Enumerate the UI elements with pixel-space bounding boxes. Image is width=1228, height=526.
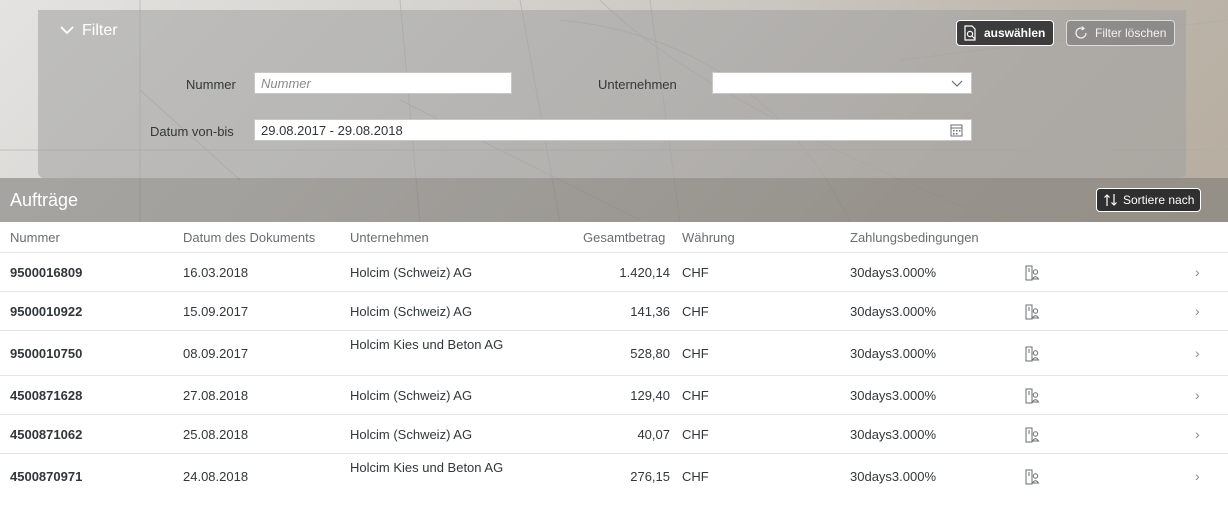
date-label: Datum von-bis: [150, 124, 234, 139]
row-zahlung: 30days3.000%: [850, 388, 937, 403]
col-waehrung[interactable]: Währung: [682, 230, 735, 245]
date-range-input[interactable]: 29.08.2017 - 29.08.2018: [254, 119, 972, 141]
row-betrag: 276,15: [630, 469, 670, 484]
chevron-right-icon[interactable]: ›: [1195, 426, 1200, 442]
row-nummer: 9500010922: [10, 304, 83, 319]
clear-filter-label: Filter löschen: [1095, 26, 1167, 40]
col-zahlung[interactable]: Zahlungsbedingungen: [850, 230, 979, 245]
chevron-right-icon[interactable]: ›: [1195, 345, 1200, 361]
document-person-icon[interactable]: [1024, 427, 1040, 443]
chevron-down-icon: [951, 76, 963, 93]
row-nummer: 9500010750: [10, 346, 83, 361]
row-unternehmen: Holcim (Schweiz) AG: [350, 265, 473, 280]
row-unternehmen: Holcim (Schweiz) AG: [350, 304, 473, 319]
row-datum: 16.03.2018: [183, 265, 249, 280]
refresh-icon: [1075, 26, 1087, 39]
document-person-icon[interactable]: [1024, 346, 1040, 362]
row-waehrung: CHF: [682, 265, 709, 280]
row-datum: 27.08.2018: [183, 388, 249, 403]
chevron-down-icon: [60, 24, 74, 38]
nummer-input[interactable]: Nummer: [254, 72, 512, 94]
document-person-icon[interactable]: [1024, 265, 1040, 281]
filter-title: Filter: [82, 22, 118, 39]
row-unternehmen: Holcim Kies und Beton AG: [350, 460, 504, 475]
document-person-icon[interactable]: [1024, 304, 1040, 320]
sort-icon: [1104, 194, 1117, 206]
table-row[interactable]: 4500871062 25.08.2018 Holcim (Schweiz) A…: [0, 415, 1228, 454]
row-zahlung: 30days3.000%: [850, 346, 937, 361]
chevron-right-icon[interactable]: ›: [1195, 264, 1200, 280]
row-zahlung: 30days3.000%: [850, 469, 937, 484]
calendar-icon[interactable]: [950, 123, 963, 140]
sort-button[interactable]: Sortiere nach: [1096, 188, 1202, 212]
row-unternehmen: Holcim Kies und Beton AG: [350, 337, 504, 352]
row-waehrung: CHF: [682, 427, 709, 442]
row-betrag: 1.420,14: [619, 265, 670, 280]
orders-table: Nummer Datum des Dokuments Unternehmen G…: [0, 222, 1228, 499]
row-betrag: 528,80: [630, 346, 670, 361]
filter-panel: Filter auswählen Filter löschen Nummer N…: [38, 10, 1186, 178]
row-waehrung: CHF: [682, 346, 709, 361]
table-row[interactable]: 4500871628 27.08.2018 Holcim (Schweiz) A…: [0, 376, 1228, 415]
row-unternehmen: Holcim (Schweiz) AG: [350, 388, 473, 403]
date-range-value: 29.08.2017 - 29.08.2018: [261, 123, 403, 138]
document-person-icon[interactable]: [1024, 388, 1040, 404]
row-zahlung: 30days3.000%: [850, 265, 937, 280]
table-row[interactable]: 4500870971 24.08.2018 Holcim Kies und Be…: [0, 454, 1228, 499]
row-betrag: 129,40: [630, 388, 670, 403]
orders-header: Aufträge Sortiere nach: [0, 178, 1228, 222]
unternehmen-label: Unternehmen: [598, 77, 677, 92]
row-datum: 25.08.2018: [183, 427, 249, 442]
nummer-label: Nummer: [186, 77, 236, 92]
select-button-label: auswählen: [984, 26, 1046, 40]
row-zahlung: 30days3.000%: [850, 304, 937, 319]
unternehmen-select[interactable]: [712, 72, 972, 94]
col-datum[interactable]: Datum des Dokuments: [183, 230, 315, 245]
row-waehrung: CHF: [682, 469, 709, 484]
row-nummer: 4500871628: [10, 388, 83, 403]
row-datum: 24.08.2018: [183, 469, 249, 484]
chevron-right-icon[interactable]: ›: [1195, 387, 1200, 403]
table-row[interactable]: 9500016809 16.03.2018 Holcim (Schweiz) A…: [0, 253, 1228, 292]
row-zahlung: 30days3.000%: [850, 427, 937, 442]
row-betrag: 40,07: [637, 427, 670, 442]
row-unternehmen: Holcim (Schweiz) AG: [350, 427, 473, 442]
row-betrag: 141,36: [630, 304, 670, 319]
row-waehrung: CHF: [682, 388, 709, 403]
sort-button-label: Sortiere nach: [1123, 193, 1195, 207]
document-person-icon[interactable]: [1024, 469, 1040, 485]
table-header: Nummer Datum des Dokuments Unternehmen G…: [0, 222, 1228, 253]
orders-title: Aufträge: [10, 190, 79, 210]
col-unternehmen[interactable]: Unternehmen: [350, 230, 429, 245]
document-search-icon: [964, 25, 976, 41]
chevron-right-icon[interactable]: ›: [1195, 468, 1200, 484]
row-waehrung: CHF: [682, 304, 709, 319]
row-nummer: 9500016809: [10, 265, 83, 280]
filter-toggle[interactable]: Filter: [60, 22, 118, 40]
col-nummer[interactable]: Nummer: [10, 230, 60, 245]
row-nummer: 4500871062: [10, 427, 83, 442]
row-datum: 08.09.2017: [183, 346, 249, 361]
chevron-right-icon[interactable]: ›: [1195, 303, 1200, 319]
col-gesamtbetrag[interactable]: Gesamtbetrag: [583, 230, 665, 245]
clear-filter-button[interactable]: Filter löschen: [1066, 20, 1176, 46]
row-nummer: 4500870971: [10, 469, 83, 484]
table-row[interactable]: 9500010922 15.09.2017 Holcim (Schweiz) A…: [0, 292, 1228, 331]
select-button[interactable]: auswählen: [956, 20, 1055, 46]
table-row[interactable]: 9500010750 08.09.2017 Holcim Kies und Be…: [0, 331, 1228, 376]
row-datum: 15.09.2017: [183, 304, 249, 319]
